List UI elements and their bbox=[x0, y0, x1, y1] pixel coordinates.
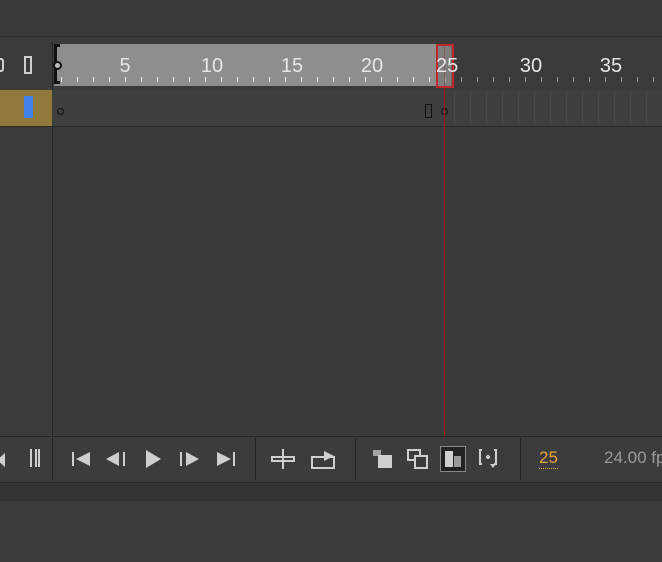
step-forward-button[interactable] bbox=[176, 446, 202, 472]
ruler-tick bbox=[557, 77, 558, 82]
loop-icon bbox=[311, 451, 335, 469]
playhead-frame-label: 25 bbox=[436, 55, 459, 77]
first-frame-button[interactable] bbox=[68, 446, 94, 472]
ruler-tick bbox=[237, 77, 238, 82]
first-frame-icon bbox=[72, 452, 90, 466]
ruler-tick bbox=[269, 77, 270, 82]
layer-frames[interactable] bbox=[54, 90, 662, 126]
ruler-label: 35 bbox=[599, 55, 623, 77]
frame-cell-divider bbox=[598, 92, 599, 124]
onion-outlines-button[interactable] bbox=[405, 446, 431, 472]
ruler-label: 30 bbox=[519, 55, 543, 77]
keyframe-end-icon[interactable] bbox=[425, 104, 432, 118]
last-frame-icon bbox=[217, 452, 235, 466]
columns-icon-mid bbox=[35, 449, 37, 467]
frame-cell-divider bbox=[550, 92, 551, 124]
ruler-tick bbox=[349, 77, 350, 82]
ruler-tick bbox=[157, 77, 158, 82]
timeline-header-bar bbox=[0, 0, 662, 37]
frame-cell-divider bbox=[614, 92, 615, 124]
partial-arrow-icon[interactable] bbox=[0, 453, 5, 467]
keyframe-start-icon[interactable] bbox=[57, 108, 64, 115]
step-back-button[interactable] bbox=[104, 446, 130, 472]
onion-skin-icon bbox=[373, 450, 392, 468]
timeline-scroll-strip[interactable] bbox=[0, 482, 662, 502]
loop-button[interactable] bbox=[309, 446, 339, 472]
ruler-tick bbox=[509, 77, 510, 82]
empty-timeline-area bbox=[54, 127, 662, 436]
edit-multiple-frames-button[interactable] bbox=[440, 446, 466, 472]
ruler-tick bbox=[77, 77, 78, 82]
ruler-tick bbox=[61, 77, 62, 82]
panel-bottom bbox=[0, 501, 662, 562]
frame-cell-divider bbox=[566, 92, 567, 124]
ruler-tick bbox=[253, 77, 254, 82]
frame-cell-divider bbox=[518, 92, 519, 124]
center-frame-icon bbox=[271, 449, 295, 469]
onion-markers-button[interactable] bbox=[476, 446, 502, 472]
ruler-tick bbox=[429, 77, 430, 82]
ruler-tick bbox=[589, 77, 590, 82]
ruler-tick bbox=[317, 77, 318, 82]
frame-cell-divider bbox=[470, 92, 471, 124]
ruler-tick bbox=[109, 77, 110, 82]
frame-cell-divider bbox=[486, 92, 487, 124]
ruler-tick bbox=[573, 77, 574, 82]
separator bbox=[520, 438, 521, 480]
layer-color-swatch[interactable] bbox=[24, 96, 33, 118]
outline-toggle-icon[interactable] bbox=[24, 56, 32, 74]
ruler-tick bbox=[477, 77, 478, 82]
ruler-tick bbox=[637, 77, 638, 82]
separator bbox=[355, 438, 356, 480]
frame-cell-divider bbox=[582, 92, 583, 124]
frame-cell-divider bbox=[630, 92, 631, 124]
ruler-label: 20 bbox=[360, 55, 384, 77]
frame-cell-divider bbox=[502, 92, 503, 124]
step-back-icon bbox=[106, 452, 125, 466]
ruler-tick bbox=[493, 77, 494, 82]
frame-cell-divider bbox=[454, 92, 455, 124]
edit-multiple-frames-icon bbox=[445, 451, 461, 467]
frame-cell-divider bbox=[534, 92, 535, 124]
ruler-ticks bbox=[54, 44, 662, 86]
ruler-label: 10 bbox=[200, 55, 224, 77]
last-frame-button[interactable] bbox=[213, 446, 239, 472]
separator bbox=[255, 438, 256, 480]
empty-frames bbox=[450, 90, 662, 126]
frame-rate-field[interactable]: 24.00 fps bbox=[604, 448, 662, 468]
ruler-tick bbox=[93, 77, 94, 82]
play-button[interactable] bbox=[140, 446, 166, 472]
play-icon bbox=[146, 450, 161, 468]
onion-markers-icon bbox=[479, 449, 497, 468]
ruler-tick bbox=[397, 77, 398, 82]
ruler-label: 15 bbox=[280, 55, 304, 77]
onion-skin-button[interactable] bbox=[369, 446, 395, 472]
ruler-tick bbox=[141, 77, 142, 82]
ruler-tick bbox=[189, 77, 190, 82]
frame-ruler[interactable]: 5 10 15 20 30 35 bbox=[53, 44, 662, 86]
step-forward-icon bbox=[180, 452, 199, 466]
playhead-line bbox=[444, 44, 445, 436]
center-frame-button[interactable] bbox=[270, 446, 296, 472]
ruler-label: 5 bbox=[119, 55, 131, 77]
ruler-tick bbox=[653, 77, 654, 82]
ruler-tick bbox=[333, 77, 334, 82]
ruler-tick bbox=[173, 77, 174, 82]
frame-cell-divider bbox=[646, 92, 647, 124]
separator bbox=[52, 438, 53, 480]
current-frame-field[interactable]: 25 bbox=[539, 448, 558, 469]
onion-outlines-icon bbox=[407, 449, 428, 469]
ruler-tick bbox=[413, 77, 414, 82]
partial-icon bbox=[0, 58, 4, 72]
ruler-tick bbox=[461, 77, 462, 82]
